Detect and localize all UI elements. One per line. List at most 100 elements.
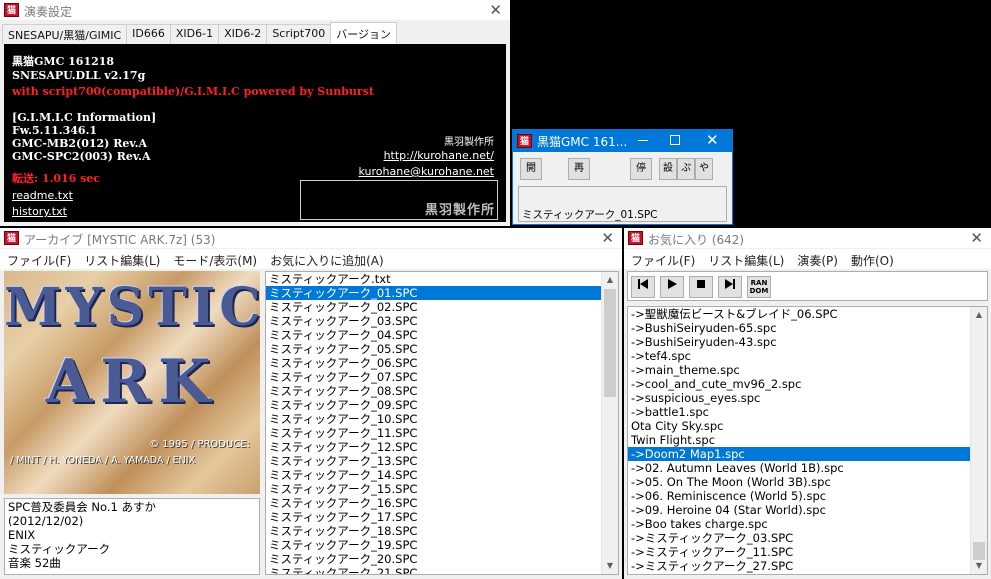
list-item[interactable]: ->main_theme.spc [628, 363, 987, 377]
archive-titlebar[interactable]: 猫 アーカイブ [MYSTIC ARK.7z] (53) ✕ [0, 228, 622, 248]
archive-file-list[interactable]: ミスティックアーク.txt ミスティックアーク_01.SPC ミスティックアーク_0… [265, 271, 619, 575]
archive-scrollbar[interactable]: ▲ ▼ [601, 272, 618, 574]
minimize-icon[interactable] [638, 140, 648, 141]
list-item[interactable]: ミスティックアーク_07.SPC [266, 370, 618, 384]
readme-link[interactable]: readme.txt [12, 189, 73, 202]
menu-list-edit[interactable]: リスト編集(L) [77, 249, 166, 269]
list-item[interactable]: ミスティックアーク_17.SPC [266, 510, 618, 524]
list-item[interactable]: ミスティックアーク.txt [266, 272, 618, 286]
list-item[interactable]: ミスティックアーク_16.SPC [266, 496, 618, 510]
menu-file[interactable]: ファイル(F) [624, 249, 701, 269]
list-item[interactable]: ->Boo takes charge.spc [628, 517, 987, 531]
list-item[interactable]: ミスティックアーク_06.SPC [266, 356, 618, 370]
menu-list-edit[interactable]: リスト編集(L) [701, 249, 790, 269]
scroll-down-icon[interactable]: ▼ [971, 558, 987, 574]
mini-titlebar[interactable]: 猫 黒猫GMC 161... ✕ [513, 130, 732, 152]
list-item[interactable]: ミスティックアーク_14.SPC [266, 468, 618, 482]
settings-button[interactable]: 設 [659, 158, 677, 180]
menu-add-favorite[interactable]: お気に入りに追加(A) [263, 249, 390, 269]
close-icon[interactable]: ✕ [970, 229, 983, 247]
close-icon[interactable]: ✕ [489, 1, 502, 19]
scroll-up-icon[interactable]: ▲ [971, 307, 987, 323]
homepage-link[interactable]: http://kurohane.net/ [384, 149, 494, 162]
list-item[interactable]: ミスティックアーク_21.SPC [266, 566, 618, 574]
favorites-toolbar: RAN DOM [627, 271, 988, 301]
list-item[interactable]: ミスティックアーク_04.SPC [266, 328, 618, 342]
list-item[interactable]: ->ミスティックアーク_11.SPC [628, 545, 987, 559]
list-item[interactable]: ミスティックアーク_02.SPC [266, 300, 618, 314]
tab-xid6-2[interactable]: XID6-2 [218, 24, 268, 44]
list-item[interactable]: ミスティックアーク_11.SPC [266, 426, 618, 440]
list-item[interactable]: ->BushiSeiryuden-43.spc [628, 335, 987, 349]
list-item[interactable]: ->Doom2 Map1.spc [628, 447, 987, 461]
favorite-button[interactable]: ぷ [677, 158, 695, 180]
list-item[interactable]: ->ミスティックアーク_27.SPC [628, 559, 987, 573]
cover-credit-2: / MINT / H. YONEDA / A. YAMADA / ENIX [10, 455, 196, 466]
tab-xid6-1[interactable]: XID6-1 [169, 24, 220, 44]
open-button[interactable]: 開 [520, 158, 542, 180]
menu-mode[interactable]: モード/表示(M) [166, 249, 263, 269]
now-playing-box: ミスティックアーク_01.SPC [518, 186, 727, 222]
list-item[interactable]: ->BushiSeiryuden-65.spc [628, 321, 987, 335]
info-box: SPC普及委員会 No.1 あすか (2012/12/02) ENIX ミスティ… [4, 498, 260, 575]
menu-play[interactable]: 演奏(P) [790, 249, 844, 269]
mini-player-window: 猫 黒猫GMC 161... ✕ 開 再 停 設 ぷ や ミスティックアーク_0… [512, 129, 733, 225]
tab-id666[interactable]: ID666 [126, 24, 171, 44]
scroll-up-icon[interactable]: ▲ [602, 272, 618, 288]
stop-icon[interactable] [689, 276, 713, 298]
transfer-time: 転送: 1.016 sec [12, 172, 101, 185]
list-item[interactable]: ->聖獣魔伝ビースト&ブレイド_06.SPC [628, 307, 987, 321]
email-link[interactable]: kurohane@kurohane.net [359, 165, 494, 178]
list-item[interactable]: ->ミスティックアーク_03.SPC [628, 531, 987, 545]
list-item[interactable]: Twin Flight.spc [628, 433, 987, 447]
maximize-icon[interactable] [670, 135, 680, 145]
list-item[interactable]: ミスティックアーク_01.SPC [266, 286, 618, 300]
play-button[interactable]: 再 [568, 158, 590, 180]
close-icon[interactable]: ✕ [601, 229, 614, 247]
list-item[interactable]: ミスティックアーク_19.SPC [266, 538, 618, 552]
menu-file[interactable]: ファイル(F) [0, 249, 77, 269]
play-icon[interactable] [660, 276, 684, 298]
next-icon[interactable] [718, 276, 742, 298]
maker-label: 黒羽製作所 [444, 137, 494, 148]
stop-button[interactable]: 停 [630, 158, 652, 180]
list-item[interactable]: ミスティックアーク_13.SPC [266, 454, 618, 468]
list-item[interactable]: ->suspicious_eyes.spc [628, 391, 987, 405]
list-item[interactable]: Ota City Sky.spc [628, 419, 987, 433]
list-item[interactable]: ミスティックアーク_18.SPC [266, 524, 618, 538]
history-link[interactable]: history.txt [12, 205, 67, 218]
close-icon[interactable]: ✕ [706, 131, 719, 149]
app-icon: 猫 [4, 3, 19, 17]
list-item[interactable]: ->02. Autumn Leaves (World 1B).spc [628, 461, 987, 475]
list-item[interactable]: ->battle1.spc [628, 405, 987, 419]
next-button[interactable]: や [695, 158, 713, 180]
list-item[interactable]: ミスティックアーク_09.SPC [266, 398, 618, 412]
tab-version[interactable]: バージョン [330, 22, 397, 44]
tab-snesapu[interactable]: SNESAPU/黒猫/GIMIC [2, 24, 128, 44]
settings-titlebar[interactable]: 猫 演奏設定 ✕ [0, 0, 510, 20]
random-icon[interactable]: RAN DOM [747, 276, 771, 298]
list-item[interactable]: ミスティックアーク_10.SPC [266, 412, 618, 426]
tab-script700[interactable]: Script700 [266, 24, 332, 44]
list-item[interactable]: ミスティックアーク_08.SPC [266, 384, 618, 398]
list-item[interactable]: ->cool_and_cute_mv96_2.spc [628, 377, 987, 391]
scroll-down-icon[interactable]: ▼ [602, 558, 618, 574]
list-item[interactable]: ->05. On The Moon (World 3B).spc [628, 475, 987, 489]
favorites-titlebar[interactable]: 猫 お気に入り (642) ✕ [624, 228, 991, 248]
info-line: 音楽 52曲 [8, 556, 61, 570]
favorites-list[interactable]: ->聖獣魔伝ビースト&ブレイド_06.SPC ->BushiSeiryuden-6… [627, 306, 988, 575]
info-line: ミスティックアーク [8, 542, 111, 556]
list-item[interactable]: ミスティックアーク_05.SPC [266, 342, 618, 356]
scroll-thumb[interactable] [604, 289, 616, 397]
menu-action[interactable]: 動作(O) [844, 249, 900, 269]
favorites-scrollbar[interactable]: ▲ ▼ [970, 307, 987, 574]
archive-window: 猫 アーカイブ [MYSTIC ARK.7z] (53) ✕ ファイル(F) リス… [0, 228, 622, 579]
list-item[interactable]: ミスティックアーク_15.SPC [266, 482, 618, 496]
list-item[interactable]: ->tef4.spc [628, 349, 987, 363]
list-item[interactable]: ミスティックアーク_12.SPC [266, 440, 618, 454]
list-item[interactable]: ミスティックアーク_20.SPC [266, 552, 618, 566]
list-item[interactable]: ->09. Heroine 04 (Star World).spc [628, 503, 987, 517]
list-item[interactable]: ミスティックアーク_03.SPC [266, 314, 618, 328]
list-item[interactable]: ->06. Reminiscence (World 5).spc [628, 489, 987, 503]
prev-icon[interactable] [631, 276, 655, 298]
